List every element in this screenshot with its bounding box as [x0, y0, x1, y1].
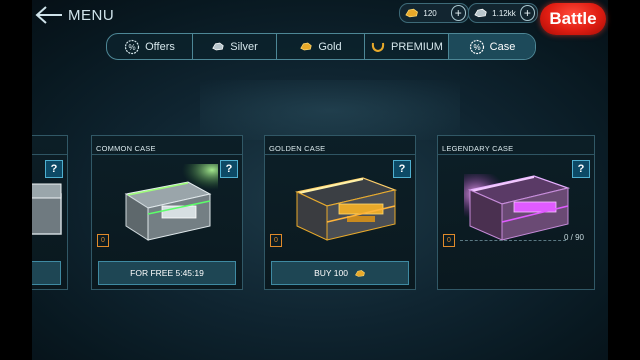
case-count: 0	[97, 234, 109, 247]
tab-gold[interactable]: Gold	[277, 34, 365, 59]
tab-case[interactable]: % Case	[449, 34, 535, 59]
free-open-label: FOR FREE 5:45:19	[130, 268, 204, 278]
case-title: GOLDEN CASE	[269, 144, 326, 153]
buy-golden-case-button[interactable]: BUY 100	[271, 261, 409, 285]
tab-silver-label: Silver	[230, 40, 258, 53]
card-divider	[438, 154, 594, 155]
svg-text:%: %	[129, 43, 136, 52]
card-divider	[92, 154, 242, 155]
help-icon[interactable]: ?	[220, 160, 238, 178]
silver-balance: 1.12kk +	[468, 3, 538, 23]
case-count: 0	[270, 234, 282, 247]
add-gold-button[interactable]: +	[450, 5, 466, 21]
back-label: MENU	[68, 6, 115, 24]
legendary-chest-image	[464, 174, 571, 241]
silver-ore-icon	[474, 8, 487, 18]
tab-premium-label: PREMIUM	[391, 40, 443, 53]
case-card-golden: GOLDEN CASE ? 0 BUY 100	[264, 135, 416, 290]
gold-amount: 120	[423, 8, 437, 18]
case-card-common: COMMON CASE ? 0 FOR FREE 5:45:19	[91, 135, 243, 290]
golden-chest-image	[295, 177, 398, 241]
case-title: LEGENDARY CASE	[442, 144, 514, 153]
background-glow	[200, 80, 460, 140]
svg-text:%: %	[473, 43, 480, 52]
left-letterbox	[0, 0, 32, 360]
gold-nugget-icon	[300, 42, 313, 51]
silver-ore-icon	[212, 42, 224, 51]
help-icon[interactable]: ?	[572, 160, 590, 178]
tab-offers[interactable]: % Offers	[107, 34, 193, 59]
case-shop-screen: MENU 120 + 1.12kk + Battle % Offers Silv…	[0, 0, 640, 360]
case-count: 0	[443, 234, 455, 247]
laurel-icon	[371, 42, 385, 52]
tab-silver[interactable]: Silver	[193, 34, 277, 59]
tab-case-label: Case	[489, 40, 516, 53]
legendary-progress-bar	[460, 240, 566, 241]
common-chest-image	[124, 164, 218, 241]
shop-tabs: % Offers Silver Gold PREMIUM % Case	[106, 33, 536, 60]
tab-offers-label: Offers	[145, 40, 175, 53]
percent-icon: %	[125, 39, 140, 54]
right-letterbox	[608, 0, 640, 360]
legendary-progress-text: 0 / 90	[563, 233, 584, 242]
add-silver-button[interactable]: +	[519, 5, 535, 21]
battle-button[interactable]: Battle	[540, 3, 606, 35]
tab-gold-label: Gold	[318, 40, 342, 53]
buy-label: BUY 100	[314, 268, 348, 278]
silver-amount: 1.12kk	[492, 8, 516, 18]
case-card-legendary: LEGENDARY CASE ? 0 0 / 90	[437, 135, 595, 290]
gold-balance: 120 +	[399, 3, 469, 23]
percent-icon: %	[469, 39, 484, 54]
back-arrow-icon	[35, 6, 62, 24]
back-to-menu-button[interactable]: MENU	[34, 5, 114, 25]
free-open-button[interactable]: FOR FREE 5:45:19	[98, 261, 236, 285]
gold-nugget-icon	[355, 269, 365, 277]
tab-premium[interactable]: PREMIUM	[365, 34, 449, 59]
case-title: COMMON CASE	[96, 144, 156, 153]
gold-nugget-icon	[405, 8, 418, 18]
card-divider	[265, 154, 415, 155]
